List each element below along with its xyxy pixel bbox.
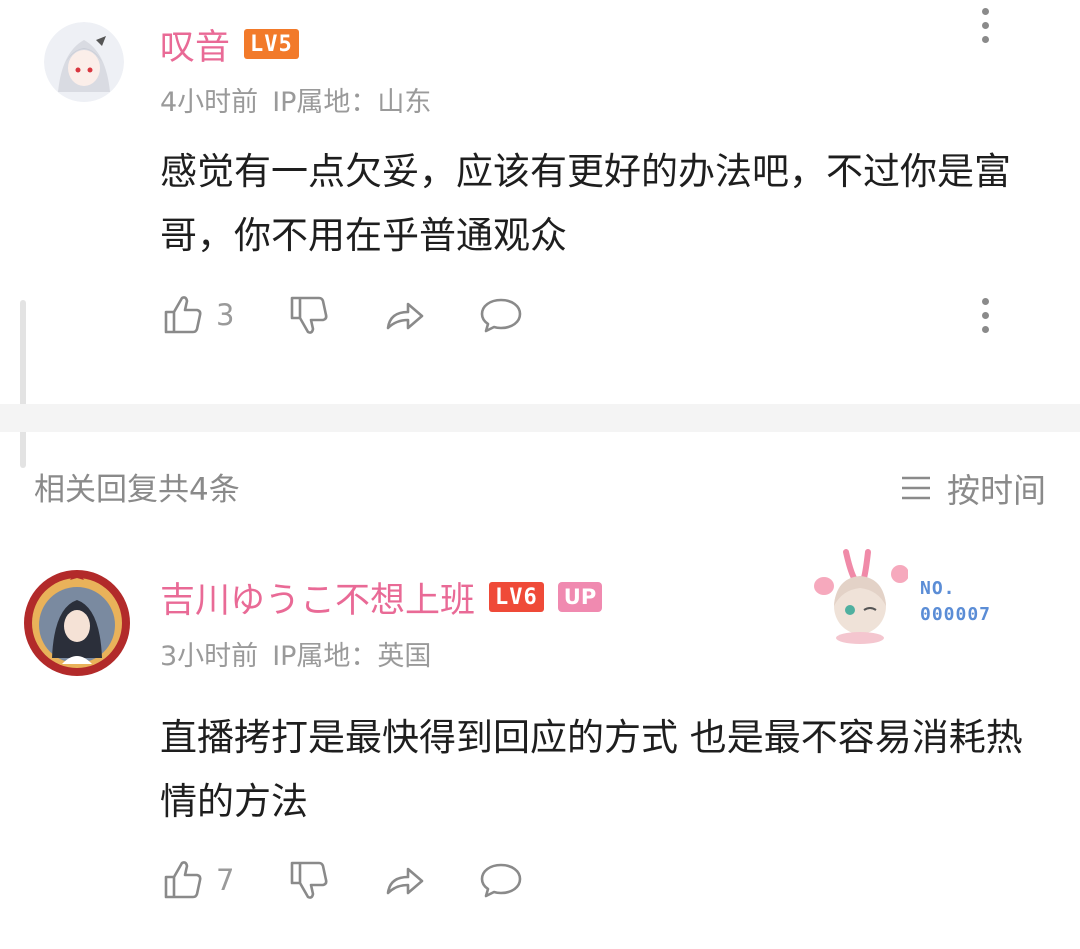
more-options-icon[interactable] (970, 0, 1000, 50)
thumbs-up-icon (164, 296, 202, 334)
sort-label: 按时间 (947, 471, 1046, 510)
avatar[interactable] (44, 22, 124, 102)
comment-text: 感觉有一点欠妥，应该有更好的办法吧，不过你是富哥，你不用在乎普通观众 (160, 150, 1011, 257)
like-count: 7 (216, 863, 235, 897)
badge-number: NO. 000007 (920, 578, 992, 625)
character-sticker (814, 549, 909, 644)
replies-count: 相关回复共4条 (34, 472, 240, 508)
avatar[interactable] (22, 568, 132, 678)
comment-item: 叹音 LV5 4小时前 IP属地：山东 感觉有一点欠妥，应该有更好的办法吧，不过你… (0, 0, 1080, 404)
like-count: 3 (216, 298, 235, 332)
comment-time: 4小时前 (160, 87, 259, 118)
share-icon (386, 302, 424, 330)
thumbs-up-icon (164, 861, 202, 899)
comment-meta: 3小时前 IP属地：英国 (160, 634, 431, 673)
fan-badge-card[interactable]: NO. 000007 (808, 548, 1018, 644)
ip-location: IP属地：山东 (272, 87, 432, 118)
like-button[interactable]: 3 (160, 292, 236, 338)
comment-actions: 7 (160, 855, 574, 905)
thumbs-down-icon (290, 861, 328, 899)
sort-button[interactable]: 按时间 (899, 464, 1046, 512)
replies-header: 相关回复共4条 按时间 (0, 456, 1080, 516)
comment-time: 3小时前 (160, 641, 259, 672)
section-divider (0, 404, 1080, 432)
reply-button[interactable] (478, 292, 524, 338)
share-icon (386, 867, 424, 895)
comment-text: 直播拷打是最快得到回应的方式 也是最不容易消耗热情的方法 (160, 716, 1023, 823)
dislike-button[interactable] (286, 292, 332, 338)
share-button[interactable] (382, 292, 428, 338)
username[interactable]: 叹音 (160, 19, 230, 70)
list-icon (902, 476, 930, 500)
dislike-button[interactable] (286, 857, 332, 903)
share-button[interactable] (382, 857, 428, 903)
like-button[interactable]: 7 (160, 857, 236, 903)
user-row: 叹音 LV5 (160, 22, 299, 68)
thumbs-down-icon (290, 296, 328, 334)
comment-bubble-icon (480, 298, 522, 333)
comment-meta: 4小时前 IP属地：山东 (160, 80, 431, 119)
level-badge: LV6 (489, 582, 544, 612)
comment-actions: 3 (160, 290, 574, 340)
reply-button[interactable] (478, 857, 524, 903)
user-row: 吉川ゆうこ不想上班 LV6 UP (160, 572, 603, 623)
level-badge: LV5 (244, 29, 299, 59)
comment-bubble-icon (480, 863, 522, 898)
ip-location: IP属地：英国 (272, 641, 432, 672)
more-options-icon[interactable] (970, 290, 1000, 340)
username[interactable]: 吉川ゆうこ不想上班 (160, 572, 475, 623)
up-badge: UP (557, 582, 603, 612)
